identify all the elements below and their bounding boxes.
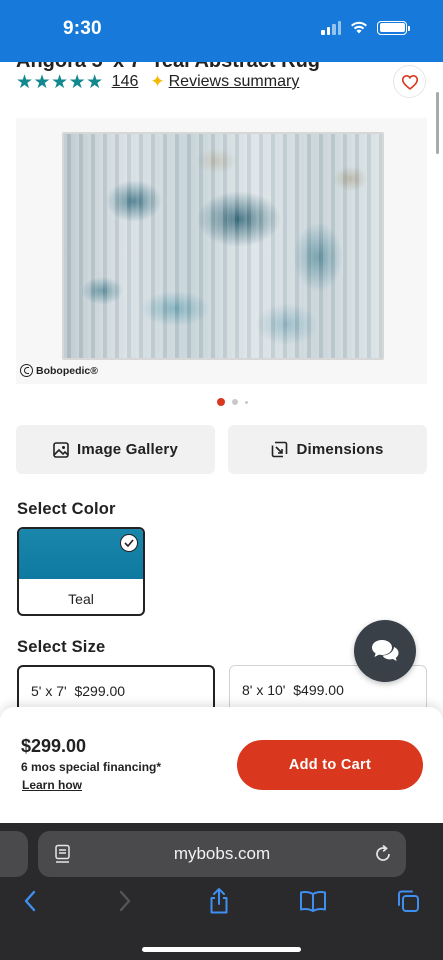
review-count-link[interactable]: 146 <box>112 73 139 91</box>
product-image-carousel[interactable]: Bobopedic® <box>16 118 427 384</box>
heart-icon <box>401 74 418 90</box>
swatch-color <box>19 529 143 579</box>
previous-tab-preview[interactable] <box>0 831 28 877</box>
forward-icon[interactable] <box>117 889 133 913</box>
select-size-heading: Select Size <box>17 638 106 656</box>
check-icon <box>120 534 138 552</box>
size-price: $499.00 <box>293 682 344 698</box>
address-bar[interactable]: mybobs.com <box>38 831 406 877</box>
carousel-pagination <box>217 398 248 406</box>
star-rating: ★★★★★ <box>16 71 104 93</box>
battery-icon <box>377 20 410 35</box>
sticky-cart-bar: $299.00 6 mos special financing* Learn h… <box>0 707 443 823</box>
cellular-signal-icon <box>321 20 341 35</box>
home-indicator[interactable] <box>142 947 301 952</box>
share-icon[interactable] <box>208 887 230 915</box>
color-swatch-teal[interactable]: Teal <box>17 527 145 616</box>
wifi-icon <box>351 21 367 34</box>
add-to-cart-button[interactable]: Add to Cart <box>237 740 423 790</box>
reload-icon[interactable] <box>374 844 392 863</box>
image-icon <box>53 441 69 458</box>
size-label: 5' x 7' <box>31 683 67 699</box>
browser-chrome: mybobs.com <box>0 823 443 960</box>
sparkle-icon: ✦ <box>150 72 165 91</box>
brand-logo: Bobopedic® <box>20 364 98 377</box>
image-gallery-label: Image Gallery <box>77 441 178 458</box>
status-icons <box>321 20 410 35</box>
carousel-dot[interactable] <box>232 399 238 405</box>
select-color-heading: Select Color <box>17 500 116 518</box>
browser-toolbar <box>0 885 443 925</box>
tabs-icon[interactable] <box>396 889 420 913</box>
cart-price: $299.00 <box>21 736 87 756</box>
status-time: 9:30 <box>63 18 102 39</box>
rating-row: ★★★★★ 146 ✦ Reviews summary <box>16 70 299 94</box>
rug-image <box>62 132 384 360</box>
dimensions-label: Dimensions <box>296 441 384 458</box>
image-gallery-button[interactable]: Image Gallery <box>16 425 215 474</box>
bobopedic-logo-icon <box>20 364 33 377</box>
financing-text: 6 mos special financing* <box>21 760 162 774</box>
back-icon[interactable] <box>22 889 38 913</box>
page-scrollbar[interactable] <box>436 92 439 154</box>
dimensions-icon <box>272 441 288 458</box>
swatch-label: Teal <box>68 591 94 607</box>
favorite-button[interactable] <box>393 65 426 98</box>
size-price: $299.00 <box>74 683 126 699</box>
learn-how-link[interactable]: Learn how <box>22 778 82 792</box>
carousel-dot[interactable] <box>245 400 248 404</box>
chat-button[interactable] <box>354 620 416 682</box>
brand-name: Bobopedic® <box>36 364 98 377</box>
status-bar: 9:30 <box>0 0 443 62</box>
carousel-dot-active[interactable] <box>217 398 225 406</box>
url-text: mybobs.com <box>173 844 271 863</box>
reviews-summary-link[interactable]: Reviews summary <box>169 73 300 91</box>
chat-bubbles-icon <box>372 640 399 661</box>
dimensions-button[interactable]: Dimensions <box>228 425 427 474</box>
bookmarks-icon[interactable] <box>299 889 327 913</box>
size-label: 8' x 10' <box>242 682 286 698</box>
